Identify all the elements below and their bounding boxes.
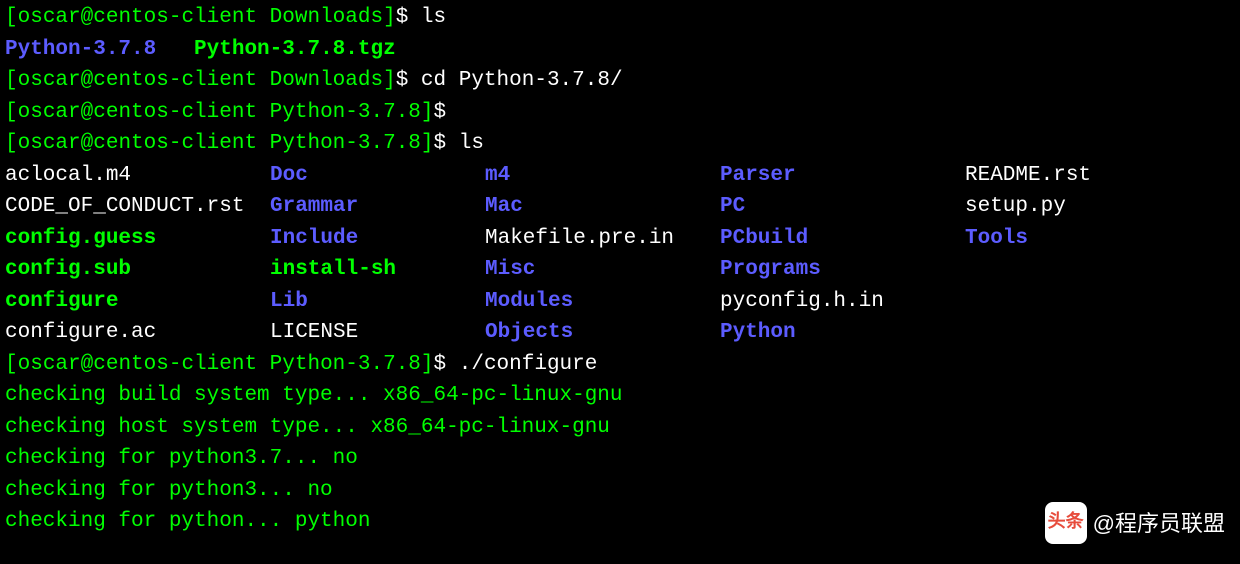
terminal-line: [oscar@centos-client Python-3.7.8]$ ./co… <box>5 349 1235 381</box>
ls-entry: Include <box>270 223 485 255</box>
terminal-line: [oscar@centos-client Downloads]$ ls <box>5 2 1235 34</box>
ls-entry-file: Python-3.7.8.tgz <box>194 38 396 61</box>
ls-entry: pyconfig.h.in <box>720 286 965 318</box>
ls-entry: Misc <box>485 254 720 286</box>
prompt-user: oscar <box>18 6 81 29</box>
ls-entry: configure <box>5 286 270 318</box>
ls-entry: LICENSE <box>270 317 485 349</box>
ls-entry: install-sh <box>270 254 485 286</box>
ls-entry: Objects <box>485 317 720 349</box>
command-configure: ./configure <box>459 353 598 376</box>
watermark-text: @程序员联盟 <box>1093 507 1225 540</box>
configure-output: checking for python3.7... no <box>5 443 1235 475</box>
ls-entry: README.rst <box>965 160 1235 192</box>
watermark-icon: 头条 <box>1045 502 1087 544</box>
ls-entry: aclocal.m4 <box>5 160 270 192</box>
ls-entry: Lib <box>270 286 485 318</box>
ls-entry: configure.ac <box>5 317 270 349</box>
ls-entry: config.sub <box>5 254 270 286</box>
ls-entry: CODE_OF_CONDUCT.rst <box>5 191 270 223</box>
ls-entry: Tools <box>965 223 1235 255</box>
ls-entry: Parser <box>720 160 965 192</box>
terminal-line: [oscar@centos-client Python-3.7.8]$ ls <box>5 128 1235 160</box>
prompt-at: @ <box>81 6 94 29</box>
ls-entry: Modules <box>485 286 720 318</box>
terminal-line: [oscar@centos-client Python-3.7.8]$ <box>5 97 1235 129</box>
command-ls: ls <box>421 6 446 29</box>
ls-entry: setup.py <box>965 191 1235 223</box>
configure-output: checking host system type... x86_64-pc-l… <box>5 412 1235 444</box>
configure-output: checking build system type... x86_64-pc-… <box>5 380 1235 412</box>
prompt-bracket-close: ] <box>383 6 396 29</box>
ls-entry: PCbuild <box>720 223 965 255</box>
ls-entry: Makefile.pre.in <box>485 223 720 255</box>
command-ls: ls <box>459 132 484 155</box>
ls-entry: PC <box>720 191 965 223</box>
command-cd: cd Python-3.7.8/ <box>421 69 623 92</box>
watermark: 头条 @程序员联盟 <box>1045 502 1225 544</box>
ls-entry-dir: Python-3.7.8 <box>5 38 156 61</box>
ls-entry: Doc <box>270 160 485 192</box>
prompt-bracket-open: [ <box>5 6 18 29</box>
prompt-dir: Downloads <box>270 6 383 29</box>
prompt-dollar: $ <box>396 6 421 29</box>
ls-entry: config.guess <box>5 223 270 255</box>
ls-entry: Grammar <box>270 191 485 223</box>
prompt-host: centos-client <box>93 6 257 29</box>
ls-entry: Programs <box>720 254 965 286</box>
ls-entry: Mac <box>485 191 720 223</box>
terminal-line: Python-3.7.8 Python-3.7.8.tgz <box>5 34 1235 66</box>
ls-entry: m4 <box>485 160 720 192</box>
ls-entry: Python <box>720 317 965 349</box>
terminal-line: [oscar@centos-client Downloads]$ cd Pyth… <box>5 65 1235 97</box>
ls-listing: aclocal.m4 Doc m4 Parser README.rst CODE… <box>5 160 1235 349</box>
